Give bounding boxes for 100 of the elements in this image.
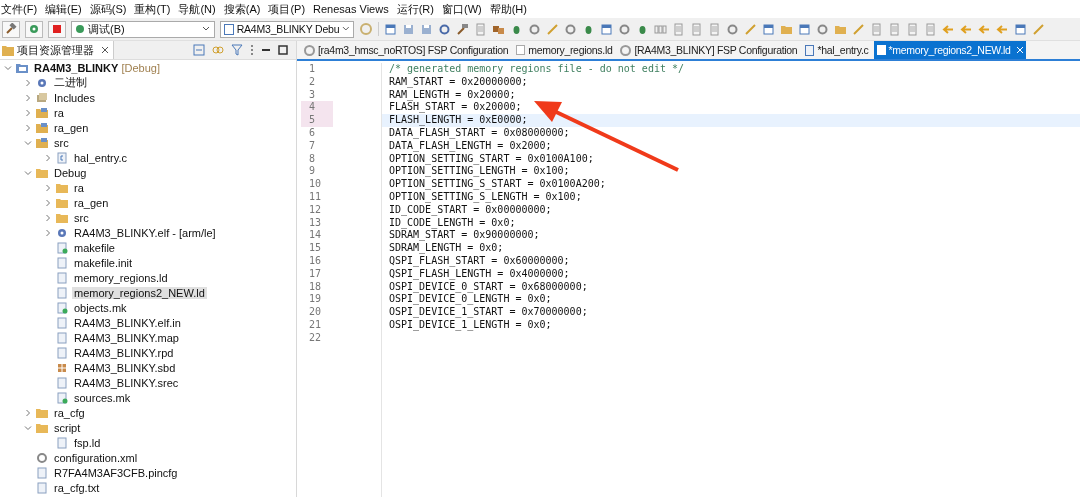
menu-item[interactable]: 导航(N) xyxy=(178,1,216,17)
tree-item[interactable]: RA4M3_BLINKY.elf.in xyxy=(72,316,183,329)
menu-item[interactable]: 重构(T) xyxy=(134,1,171,17)
tree-item[interactable]: objects.mk xyxy=(72,301,129,314)
tree-item[interactable]: ra xyxy=(72,181,86,194)
collapsed-chevron-icon[interactable] xyxy=(24,408,32,417)
menu-item[interactable]: 文件(F) xyxy=(1,1,38,17)
hammer-icon[interactable] xyxy=(2,20,20,38)
tree-item[interactable]: script xyxy=(52,421,83,434)
collapsed-chevron-icon[interactable] xyxy=(44,198,52,207)
menu-item[interactable]: 项目(P) xyxy=(268,1,306,17)
caret-icon[interactable] xyxy=(202,26,210,32)
document-icon[interactable] xyxy=(690,22,703,36)
document-icon[interactable] xyxy=(888,22,901,36)
expanded-chevron-icon[interactable] xyxy=(4,63,12,72)
arrow-icon[interactable] xyxy=(942,22,955,36)
arrow-icon[interactable] xyxy=(978,22,991,36)
line-number: 12 xyxy=(308,203,323,217)
tree-item[interactable]: ra_cfg.txt xyxy=(52,481,102,494)
document-icon[interactable] xyxy=(474,22,487,36)
menu-item[interactable]: 源码(S) xyxy=(89,1,127,17)
columns-icon[interactable] xyxy=(654,22,667,36)
tree-item[interactable]: RA4M3_BLINKY.srec xyxy=(72,376,181,389)
save-icon[interactable] xyxy=(420,22,433,36)
collapsed-chevron-icon[interactable] xyxy=(24,78,32,87)
editor-tab[interactable]: *hal_entry.c xyxy=(802,41,872,59)
tree-item[interactable]: ra_cfg xyxy=(52,406,87,419)
document-icon[interactable] xyxy=(870,22,883,36)
tree-item[interactable]: RA4M3_BLINKY.rpd xyxy=(72,346,176,359)
document-icon[interactable] xyxy=(924,22,937,36)
tree-item[interactable]: 二进制 xyxy=(52,75,89,90)
document-icon[interactable] xyxy=(906,22,919,36)
tree-item[interactable]: R7FA4M3AF3CFB.pincfg xyxy=(52,466,180,479)
maximize-icon[interactable] xyxy=(278,45,288,55)
editor-tab[interactable]: [ra4m3_hmsc_noRTOS] FSP Configuration xyxy=(301,41,512,59)
collapsed-chevron-icon[interactable] xyxy=(44,153,52,162)
code-line: OPTION_SETTING_S_START = 0x0100A200; xyxy=(389,178,606,190)
line-number: 9 xyxy=(308,165,317,179)
collapsed-chevron-icon[interactable] xyxy=(24,108,32,117)
collapsed-chevron-icon[interactable] xyxy=(24,123,32,132)
tree-item[interactable]: ra xyxy=(52,106,66,119)
document-icon[interactable] xyxy=(672,22,685,36)
page-icon[interactable] xyxy=(798,22,811,36)
tree-item[interactable]: RA4M3_BLINKY.sbd xyxy=(72,361,178,374)
menu-item[interactable]: 编辑(E) xyxy=(45,1,82,17)
explorer-tab[interactable]: 项目资源管理器 xyxy=(0,41,114,59)
collapsed-chevron-icon[interactable] xyxy=(24,93,32,102)
tree-item[interactable]: makefile xyxy=(72,241,117,254)
tree-item[interactable]: memory_regions.ld xyxy=(72,271,170,284)
expanded-chevron-icon[interactable] xyxy=(24,138,32,147)
tree-item[interactable]: configuration.xml xyxy=(52,451,140,464)
line-number: 7 xyxy=(308,139,317,153)
menu-item[interactable]: 搜索(A) xyxy=(223,1,261,17)
expanded-chevron-icon[interactable] xyxy=(24,168,32,177)
launch-mode-dropdown[interactable]: 调试(B) xyxy=(71,20,215,38)
stop-icon[interactable] xyxy=(48,20,66,38)
tree-item[interactable]: hal_entry.c xyxy=(72,151,129,164)
arrow-icon[interactable] xyxy=(996,22,1009,36)
hammer-icon[interactable] xyxy=(456,22,469,36)
collapse-all-icon[interactable] xyxy=(193,44,205,56)
tree-item[interactable]: memory_regions2_NEW.ld xyxy=(72,286,207,299)
link-icon[interactable] xyxy=(212,44,224,56)
editor-tab[interactable]: *memory_regions2_NEW.ld xyxy=(873,41,1026,59)
close-icon[interactable] xyxy=(101,46,109,54)
more-icon[interactable] xyxy=(250,44,254,56)
menu-item[interactable]: 运行(R) xyxy=(396,1,434,17)
editor-tab[interactable]: memory_regions.ld xyxy=(513,41,616,59)
page-icon[interactable] xyxy=(1014,22,1027,36)
tree-item[interactable]: makefile.init xyxy=(72,256,135,269)
tree-item[interactable]: RA4M3_BLINKY.map xyxy=(72,331,181,344)
collapsed-chevron-icon[interactable] xyxy=(44,213,52,222)
explorer-title: 项目资源管理器 xyxy=(17,42,94,58)
editor-tab[interactable]: [RA4M3_BLINKY] FSP Configuration xyxy=(617,41,801,59)
expanded-chevron-icon[interactable] xyxy=(24,423,32,432)
tree-item[interactable]: fsp.ld xyxy=(72,436,103,449)
arrow-icon[interactable] xyxy=(960,22,973,36)
menu-item[interactable]: 帮助(H) xyxy=(489,1,527,17)
menu-item[interactable]: Renesas Views xyxy=(313,3,389,15)
save-icon[interactable] xyxy=(402,22,415,36)
page-icon[interactable] xyxy=(384,22,397,36)
filter-icon[interactable] xyxy=(231,44,243,56)
page-icon[interactable] xyxy=(762,22,775,36)
tree-item[interactable]: src xyxy=(72,211,91,224)
line-number: 17 xyxy=(308,267,323,281)
launch-config-dropdown[interactable]: RA4M3_BLINKY Debu xyxy=(220,20,354,38)
page-icon[interactable] xyxy=(600,22,613,36)
tree-item[interactable]: Includes xyxy=(52,91,97,104)
tree-item[interactable]: Debug xyxy=(52,166,89,179)
tree-item[interactable]: ra_gen xyxy=(52,121,91,134)
menu-item[interactable]: 窗口(W) xyxy=(441,1,482,17)
caret-icon[interactable] xyxy=(342,26,350,32)
collapsed-chevron-icon[interactable] xyxy=(44,228,52,237)
tree-item[interactable]: ra_gen xyxy=(72,196,111,209)
tree-item[interactable]: RA4M3_BLINKY.elf - [arm/le] xyxy=(72,226,218,239)
line-number: 6 xyxy=(308,127,317,140)
document-icon[interactable] xyxy=(708,22,721,36)
tree-item[interactable]: src xyxy=(52,136,71,149)
tree-item[interactable]: RA4M3_BLINKY [Debug] xyxy=(32,61,162,74)
collapsed-chevron-icon[interactable] xyxy=(44,183,52,192)
tree-item[interactable]: sources.mk xyxy=(72,391,133,404)
